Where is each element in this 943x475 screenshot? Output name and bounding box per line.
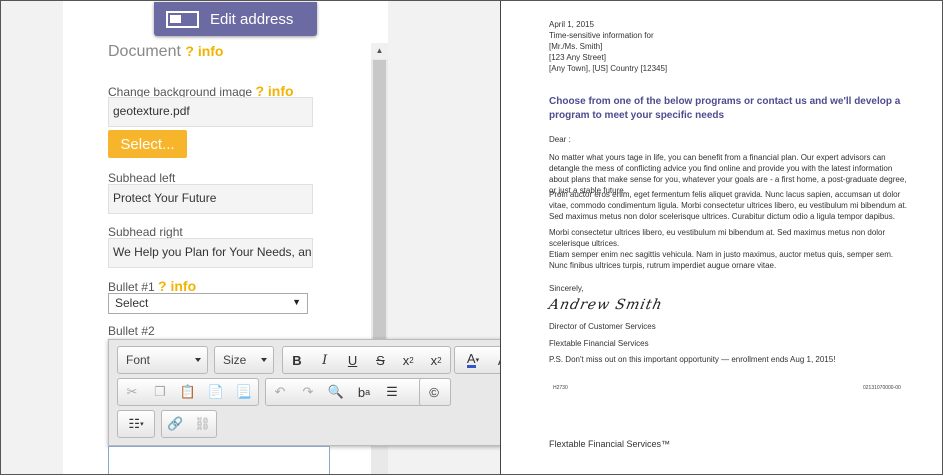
copyright-icon[interactable]: ©: [420, 379, 448, 405]
format-group: B I U S x2 x2: [282, 346, 451, 374]
document-section-title: Document ? info: [108, 43, 223, 61]
letter-paragraph-4: Etiam semper enim nec sagittis vehicula.…: [549, 250, 894, 270]
strikethrough-icon[interactable]: S: [366, 347, 394, 373]
bullet1-select-value: Select: [115, 296, 149, 310]
undo-icon[interactable]: ↶: [266, 379, 294, 405]
paste-icon[interactable]: 📋: [174, 379, 202, 405]
letter-paragraph-3: Morbi consectetur ultrices libero, eu ve…: [549, 228, 886, 248]
dropdown-arrow-icon: ▼: [292, 297, 301, 307]
text-color-icon[interactable]: A ▾: [455, 347, 491, 373]
letter-code-left: H2730: [553, 385, 568, 391]
letter-headline: Choose from one of the below programs or…: [549, 96, 901, 121]
size-caret-icon: [261, 358, 267, 362]
letter-code-right: 02131070000-00: [863, 385, 901, 391]
superscript-icon[interactable]: x2: [422, 347, 450, 373]
bullet1-label: Bullet #1 ? info: [108, 278, 196, 294]
select-all-icon[interactable]: ☰: [378, 379, 406, 405]
letter-dear: Dear :: [549, 135, 571, 144]
subscript-icon[interactable]: x2: [394, 347, 422, 373]
rich-text-toolbar: Font Size B I U S x2 x2 A▾ A↗ ✂ ❐ 📋 📄 📃 …: [108, 339, 539, 446]
letter-footer-company: Flextable Financial Services™: [549, 439, 671, 449]
letter-line4: [Any Town], [US] Country [12345]: [549, 64, 668, 73]
redo-icon[interactable]: ↷: [294, 379, 322, 405]
letter-sincerely: Sincerely,: [549, 284, 584, 293]
subhead-left-label: Subhead left: [108, 171, 176, 185]
clipboard-group: ✂ ❐ 📋 📄 📃: [117, 378, 259, 406]
letter-line3: [123 Any Street]: [549, 53, 606, 62]
replace-icon[interactable]: ba: [350, 379, 378, 405]
unlink-icon[interactable]: ⛓: [189, 411, 216, 437]
bullet1-label-text: Bullet #1: [108, 280, 155, 294]
font-combo-label: Font: [126, 353, 151, 367]
underline-icon[interactable]: U: [339, 347, 367, 373]
document-title: Document: [108, 43, 181, 60]
link-icon[interactable]: 🔗: [162, 411, 189, 437]
address-card-icon: [166, 10, 199, 28]
subhead-right-label: Subhead right: [108, 225, 183, 239]
special-char-group: ©: [419, 378, 451, 406]
scroll-up-arrow-icon[interactable]: ▲: [371, 43, 388, 59]
font-combo[interactable]: Font: [117, 346, 208, 374]
letter-paragraph-2: Proin auctor eros enim, eget fermentum f…: [549, 190, 907, 221]
letter-sig-company: Flextable Financial Services: [549, 339, 649, 348]
paste-word-icon[interactable]: 📃: [230, 379, 258, 405]
letter-signature: Andrew Smith: [547, 297, 665, 313]
paragraph-format-icon[interactable]: ☷ ▾: [118, 411, 154, 437]
bullet2-editor-area[interactable]: [108, 446, 330, 474]
scroll-thumb[interactable]: [373, 60, 386, 360]
app-window: Edit address ▲ Document ? info Change ba…: [0, 0, 943, 475]
letter-ps: P.S. Don't miss out on this important op…: [549, 355, 836, 364]
letter-line1: Time-sensitive information for: [549, 31, 654, 40]
letter-sig-title: Director of Customer Services: [549, 322, 656, 331]
select-file-button[interactable]: Select...: [108, 130, 187, 158]
cut-icon[interactable]: ✂: [118, 379, 146, 405]
find-icon[interactable]: 🔍: [322, 379, 350, 405]
bg-image-filename: geotexture.pdf: [108, 97, 313, 127]
bullet1-info-link[interactable]: ? info: [158, 278, 196, 294]
bullet1-select[interactable]: Select ▼: [108, 293, 308, 314]
subhead-right-input[interactable]: We Help you Plan for Your Needs, and: [108, 238, 313, 268]
font-caret-icon: [195, 358, 201, 362]
italic-icon[interactable]: I: [311, 347, 339, 373]
document-info-link[interactable]: ? info: [185, 43, 223, 59]
paste-text-icon[interactable]: 📄: [202, 379, 230, 405]
bold-icon[interactable]: B: [283, 347, 311, 373]
bullet2-label: Bullet #2: [108, 324, 155, 338]
copy-icon[interactable]: ❐: [146, 379, 174, 405]
edit-address-label: Edit address: [210, 10, 294, 28]
letter-preview: April 1, 2015 Time-sensitive information…: [500, 1, 942, 474]
letter-date: April 1, 2015: [549, 20, 594, 29]
size-combo[interactable]: Size: [214, 346, 274, 374]
edit-address-button[interactable]: Edit address: [154, 2, 317, 36]
paragraph-group: ☷ ▾: [117, 410, 155, 438]
subhead-left-input[interactable]: Protect Your Future: [108, 184, 313, 214]
size-combo-label: Size: [223, 353, 247, 367]
link-group: 🔗 ⛓: [161, 410, 217, 438]
letter-line2: [Mr./Ms. Smith]: [549, 42, 603, 51]
